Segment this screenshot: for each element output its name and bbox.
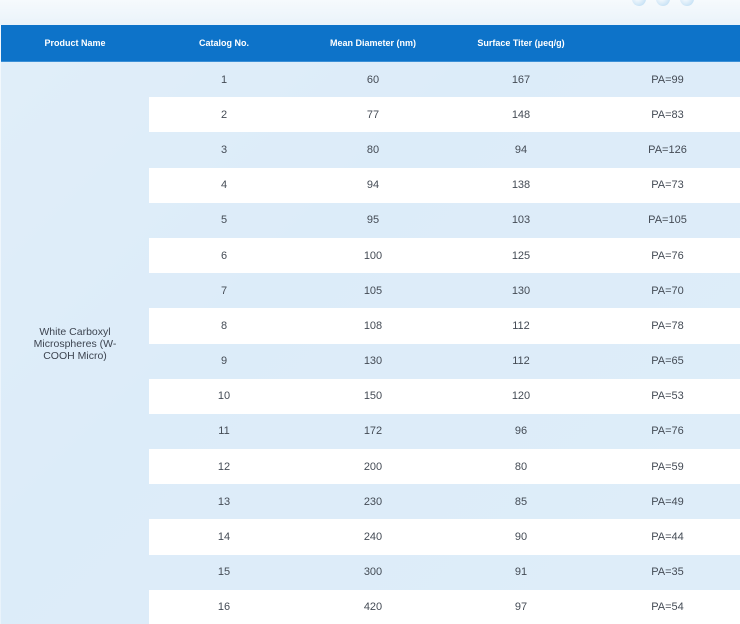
mean-diameter-cell: 230 bbox=[299, 484, 447, 520]
catalog-no-cell: 16 bbox=[149, 589, 299, 624]
mean-diameter-cell: 200 bbox=[299, 449, 447, 485]
mean-diameter-cell: 77 bbox=[299, 97, 447, 133]
header-surface-titer: Surface Titer (μeq/g) bbox=[447, 25, 595, 62]
header-catalog-no: Catalog No. bbox=[149, 25, 299, 62]
table-header-row: Product Name Catalog No. Mean Diameter (… bbox=[1, 25, 740, 62]
top-background-strip bbox=[0, 0, 740, 25]
decorative-bubble-icon bbox=[632, 0, 646, 6]
catalog-no-cell: 9 bbox=[149, 343, 299, 379]
pa-value-cell: PA=76 bbox=[595, 413, 740, 450]
catalog-no-cell: 15 bbox=[149, 554, 299, 590]
table-row: White Carboxyl Microspheres (W-COOH Micr… bbox=[1, 61, 740, 624]
table-body: White Carboxyl Microspheres (W-COOH Micr… bbox=[1, 61, 740, 624]
mean-diameter-cell: 100 bbox=[299, 237, 447, 274]
catalog-no-cell: 2 bbox=[149, 97, 299, 133]
surface-titer-cell: 90 bbox=[447, 519, 595, 555]
catalog-no-cell: 10 bbox=[149, 378, 299, 414]
mean-diameter-cell: 300 bbox=[299, 554, 447, 590]
mean-diameter-cell: 80 bbox=[299, 132, 447, 168]
pa-value-cell: PA=44 bbox=[595, 519, 740, 555]
pa-value-cell: PA=73 bbox=[595, 167, 740, 203]
header-mean-diameter: Mean Diameter (nm) bbox=[299, 25, 447, 62]
catalog-no-cell: 11 bbox=[149, 413, 299, 450]
catalog-no-cell: 5 bbox=[149, 202, 299, 238]
catalog-no-cell: 4 bbox=[149, 167, 299, 203]
product-name-cell: White Carboxyl Microspheres (W-COOH Micr… bbox=[1, 61, 149, 624]
product-name-text: White Carboxyl Microspheres (W-COOH Micr… bbox=[33, 325, 117, 362]
pa-value-cell: PA=78 bbox=[595, 308, 740, 344]
decorative-bubble-icon bbox=[680, 0, 694, 6]
pa-value-cell: PA=65 bbox=[595, 343, 740, 379]
header-product-name: Product Name bbox=[1, 25, 149, 62]
mean-diameter-cell: 150 bbox=[299, 378, 447, 414]
pa-value-cell: PA=59 bbox=[595, 449, 740, 485]
header-extra bbox=[595, 25, 740, 62]
surface-titer-cell: 96 bbox=[447, 413, 595, 450]
catalog-no-cell: 7 bbox=[149, 273, 299, 309]
product-table: Product Name Catalog No. Mean Diameter (… bbox=[1, 25, 740, 624]
surface-titer-cell: 120 bbox=[447, 378, 595, 414]
surface-titer-cell: 167 bbox=[447, 61, 595, 98]
catalog-no-cell: 3 bbox=[149, 132, 299, 168]
surface-titer-cell: 125 bbox=[447, 237, 595, 274]
mean-diameter-cell: 94 bbox=[299, 167, 447, 203]
pa-value-cell: PA=99 bbox=[595, 61, 740, 98]
surface-titer-cell: 80 bbox=[447, 449, 595, 485]
mean-diameter-cell: 240 bbox=[299, 519, 447, 555]
pa-value-cell: PA=83 bbox=[595, 97, 740, 133]
pa-value-cell: PA=49 bbox=[595, 484, 740, 520]
mean-diameter-cell: 420 bbox=[299, 589, 447, 624]
mean-diameter-cell: 60 bbox=[299, 61, 447, 98]
pa-value-cell: PA=54 bbox=[595, 589, 740, 624]
catalog-no-cell: 6 bbox=[149, 237, 299, 274]
surface-titer-cell: 138 bbox=[447, 167, 595, 203]
mean-diameter-cell: 95 bbox=[299, 202, 447, 238]
mean-diameter-cell: 130 bbox=[299, 343, 447, 379]
surface-titer-cell: 112 bbox=[447, 343, 595, 379]
pa-value-cell: PA=105 bbox=[595, 202, 740, 238]
catalog-no-cell: 13 bbox=[149, 484, 299, 520]
pa-value-cell: PA=76 bbox=[595, 237, 740, 274]
mean-diameter-cell: 108 bbox=[299, 308, 447, 344]
pa-value-cell: PA=53 bbox=[595, 378, 740, 414]
pa-value-cell: PA=126 bbox=[595, 132, 740, 168]
surface-titer-cell: 85 bbox=[447, 484, 595, 520]
mean-diameter-cell: 105 bbox=[299, 273, 447, 309]
surface-titer-cell: 130 bbox=[447, 273, 595, 309]
catalog-no-cell: 8 bbox=[149, 308, 299, 344]
surface-titer-cell: 112 bbox=[447, 308, 595, 344]
decorative-bubble-icon bbox=[656, 0, 670, 6]
pa-value-cell: PA=70 bbox=[595, 273, 740, 309]
surface-titer-cell: 94 bbox=[447, 132, 595, 168]
surface-titer-cell: 103 bbox=[447, 202, 595, 238]
catalog-no-cell: 14 bbox=[149, 519, 299, 555]
catalog-no-cell: 12 bbox=[149, 449, 299, 485]
surface-titer-cell: 97 bbox=[447, 589, 595, 624]
pa-value-cell: PA=35 bbox=[595, 554, 740, 590]
catalog-no-cell: 1 bbox=[149, 61, 299, 98]
surface-titer-cell: 91 bbox=[447, 554, 595, 590]
surface-titer-cell: 148 bbox=[447, 97, 595, 133]
product-table-container: Product Name Catalog No. Mean Diameter (… bbox=[1, 25, 740, 624]
mean-diameter-cell: 172 bbox=[299, 413, 447, 450]
